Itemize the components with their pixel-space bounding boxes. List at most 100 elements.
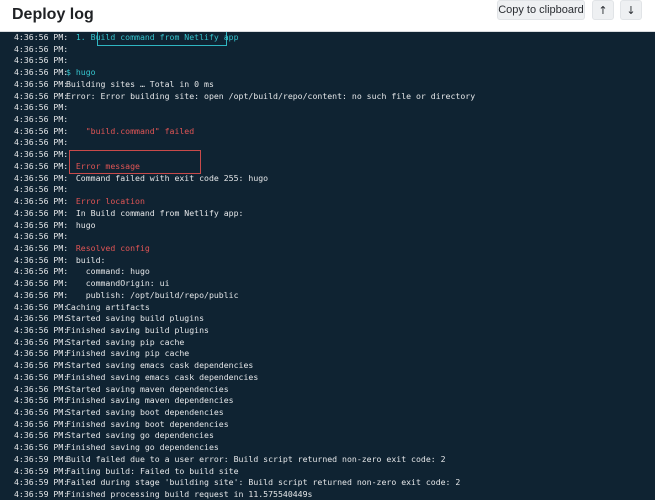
scroll-up-button[interactable]: ↑ [592,0,614,20]
log-line: 4:36:56 PM: Resolved config [0,243,655,255]
log-message: "build.command" failed [66,125,195,136]
log-message: Caching artifacts [66,301,150,312]
log-message: Started saving maven dependencies [66,383,229,394]
log-timestamp: 4:36:59 PM: [14,489,69,500]
log-message: Started saving boot dependencies [66,407,224,417]
log-timestamp: 4:36:56 PM: [14,254,69,265]
log-timestamp: 4:36:56 PM: [14,324,69,335]
log-line: 4:36:56 PM: command: hugo [0,266,655,278]
log-timestamp: 4:36:56 PM: [14,430,69,441]
log-line: 4:36:56 PM: build: [0,255,655,267]
log-line: 4:36:56 PM: [0,114,655,126]
log-message: Failing build: Failed to build site [66,465,239,476]
log-timestamp: 4:36:56 PM: [14,407,69,417]
deploy-log-output[interactable]: 4:36:56 PM: 1. Build command from Netlif… [0,32,655,500]
log-message: commandOrigin: ui [66,278,170,289]
log-timestamp: 4:36:56 PM: [14,348,69,359]
log-timestamp: 4:36:56 PM: [14,114,69,125]
log-line: 4:36:59 PM: Failed during stage 'building… [0,477,655,489]
log-message: Building sites … Total in 0 ms [66,78,214,89]
log-timestamp: 4:36:59 PM: [14,477,69,488]
log-line: 4:36:56 PM: Started saving go dependencie… [0,430,655,442]
log-timestamp: 4:36:56 PM: [14,336,69,347]
log-timestamp: 4:36:56 PM: [14,207,69,218]
scroll-down-button[interactable]: ↓ [620,0,642,20]
deploy-log-header: Deploy log Copy to clipboard ↑ ↓ [0,0,655,32]
log-message: Started saving build plugins [66,313,205,324]
log-timestamp: 4:36:56 PM: [14,266,69,277]
log-message: command: hugo [66,266,150,277]
log-message: In Build command from Netlify app: [66,207,244,218]
log-line: 4:36:56 PM: Error message [0,161,655,173]
log-timestamp: 4:36:56 PM: [14,371,69,382]
log-line: 4:36:56 PM: Started saving boot dependenc… [0,407,655,419]
log-message: Finished saving boot dependencies [66,418,229,429]
log-message: Build failed due to a user error: Build … [66,453,446,464]
log-timestamp: 4:36:56 PM: [14,32,69,42]
log-line: 4:36:56 PM: Finished saving go dependenci… [0,442,655,454]
log-line: 4:36:56 PM: Finished saving boot dependen… [0,419,655,431]
log-timestamp: 4:36:56 PM: [14,242,69,253]
log-line: 4:36:56 PM: Started saving maven dependen… [0,384,655,396]
log-timestamp: 4:36:56 PM: [14,102,69,113]
copy-to-clipboard-button[interactable]: Copy to clipboard [497,0,585,20]
log-message: Started saving pip cache [66,336,185,347]
log-line: 4:36:56 PM: hugo [0,220,655,232]
log-timestamp: 4:36:56 PM: [14,78,69,89]
log-line: 4:36:56 PM: Command failed with exit cod… [0,173,655,185]
log-message: Finished saving pip cache [66,348,190,359]
log-line: 4:36:56 PM: Caching artifacts [0,302,655,314]
log-timestamp: 4:36:56 PM: [14,360,69,371]
log-timestamp: 4:36:56 PM: [14,149,69,160]
log-message: Error message [66,160,140,171]
log-line: 4:36:56 PM: Started saving build plugins [0,313,655,325]
log-timestamp: 4:36:56 PM: [14,442,69,453]
log-message: Command failed with exit code 255: hugo [66,172,269,183]
log-line: 4:36:56 PM: 1. Build command from Netlif… [0,32,655,44]
log-message: Failed during stage 'building site': Bui… [66,477,461,488]
log-message: Finished saving build plugins [66,324,209,335]
log-message: 1. Build command from Netlify app [66,32,239,42]
log-line: 4:36:56 PM: Error: Error building site: o… [0,91,655,103]
log-message: Started saving emacs cask dependencies [66,360,254,371]
log-timestamp: 4:36:56 PM: [14,137,69,148]
log-timestamp: 4:36:56 PM: [14,231,69,242]
log-timestamp: 4:36:56 PM: [14,55,69,66]
log-message: Finished saving go dependencies [66,442,219,453]
log-line: 4:36:59 PM: Finished processing build req… [0,489,655,500]
log-timestamp: 4:36:56 PM: [14,383,69,394]
log-timestamp: 4:36:56 PM: [14,313,69,324]
log-line: 4:36:59 PM: Build failed due to a user er… [0,454,655,466]
log-message: Error: Error building site: open /opt/bu… [66,90,476,101]
log-line: 4:36:56 PM: Error location [0,196,655,208]
log-timestamp: 4:36:59 PM: [14,465,69,476]
log-timestamp: 4:36:56 PM: [14,184,69,195]
log-message: build: [66,254,106,265]
log-message: Finished saving emacs cask dependencies [66,371,259,382]
log-line: 4:36:56 PM: [0,137,655,149]
log-message: Error location [66,196,145,207]
log-line: 4:36:56 PM: $ hugo [0,67,655,79]
log-message: publish: /opt/build/repo/public [66,289,239,300]
log-timestamp: 4:36:56 PM: [14,172,69,183]
log-timestamp: 4:36:56 PM: [14,418,69,429]
log-line: 4:36:56 PM: commandOrigin: ui [0,278,655,290]
log-line: 4:36:56 PM: "build.command" failed [0,126,655,138]
arrow-down-icon: ↓ [626,3,636,17]
log-timestamp: 4:36:56 PM: [14,43,69,54]
log-message: Finished saving maven dependencies [66,395,234,406]
log-line: 4:36:56 PM: In Build command from Netlif… [0,208,655,220]
log-timestamp: 4:36:56 PM: [14,289,69,300]
log-line: 4:36:56 PM: [0,44,655,56]
log-timestamp: 4:36:56 PM: [14,67,69,78]
log-line: 4:36:56 PM: Finished saving maven depende… [0,395,655,407]
log-message: Started saving go dependencies [66,430,214,441]
log-timestamp: 4:36:56 PM: [14,125,69,136]
arrow-up-icon: ↑ [598,3,608,17]
log-line: 4:36:56 PM: [0,231,655,243]
log-timestamp: 4:36:56 PM: [14,278,69,289]
log-timestamp: 4:36:56 PM: [14,395,69,406]
log-line: 4:36:56 PM: Started saving emacs cask dep… [0,360,655,372]
log-line: 4:36:56 PM: [0,102,655,114]
log-timestamp: 4:36:56 PM: [14,90,69,101]
